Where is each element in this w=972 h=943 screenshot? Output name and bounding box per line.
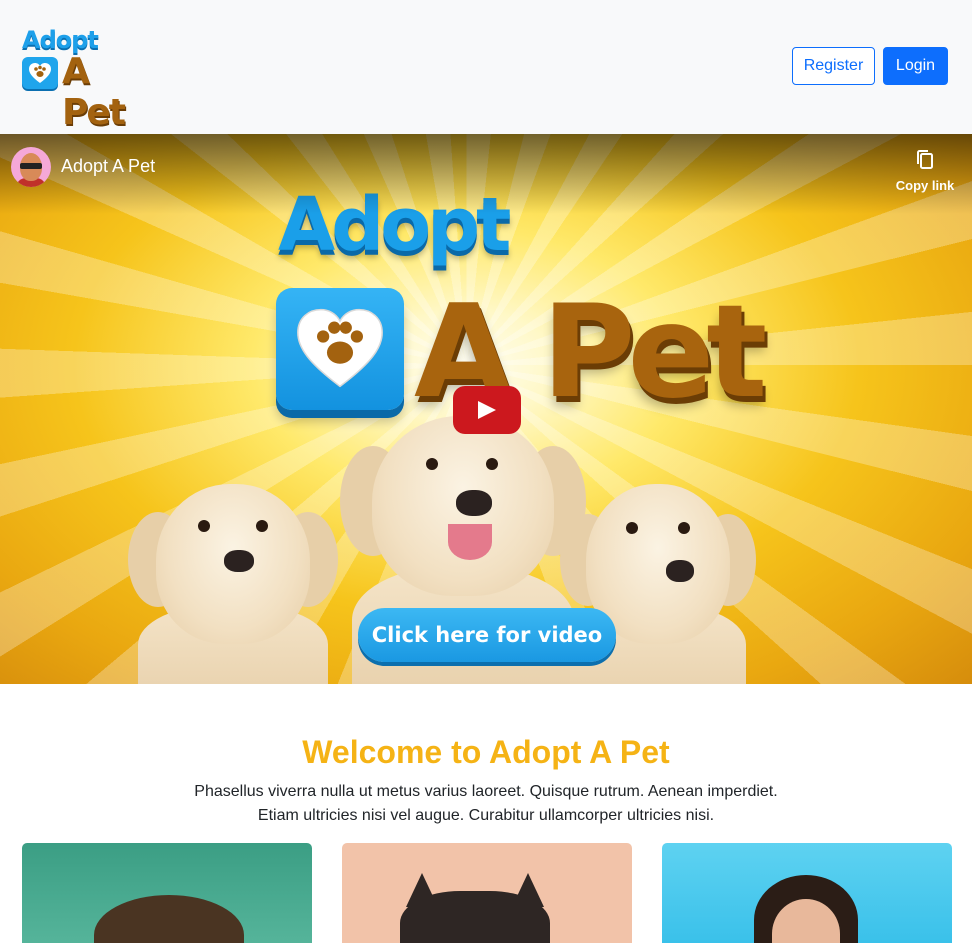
click-for-video-button[interactable]: Click here for video [358,608,616,662]
pet-card-image[interactable] [342,843,632,943]
channel-avatar[interactable] [11,147,51,187]
paw-icon [276,288,404,410]
login-button[interactable]: Login [883,47,948,85]
site-logo[interactable]: Adopt A Pet [22,26,146,133]
logo-text-apet: A Pet [62,51,126,133]
copy-icon [917,150,933,169]
pet-card-image[interactable] [22,843,312,943]
register-button[interactable]: Register [792,47,875,85]
person-card-image[interactable] [662,843,952,943]
navbar: Adopt A Pet Register Login [0,0,972,134]
play-icon [478,401,496,419]
copy-link-label: Copy link [895,178,955,193]
play-button[interactable] [453,386,521,434]
logo-text-adopt: Adopt [22,26,99,54]
copy-link-button[interactable]: Copy link [892,148,958,198]
welcome-description: Phasellus viverra nulla ut metus varius … [186,780,786,828]
dog-left [128,484,338,684]
welcome-heading: Welcome to Adopt A Pet [302,734,670,770]
welcome-text-line-2: Etiam ultricies nisi vel augue. Curabitu… [257,807,715,824]
video-title[interactable]: Adopt A Pet [61,156,155,177]
paw-icon [22,57,58,89]
welcome-text-line-1: Phasellus viverra nulla ut metus varius … [194,783,778,800]
dog-photo [94,895,244,943]
video-embed[interactable]: Adopt A Pet Adopt A Pet Copy link Click … [0,134,972,684]
